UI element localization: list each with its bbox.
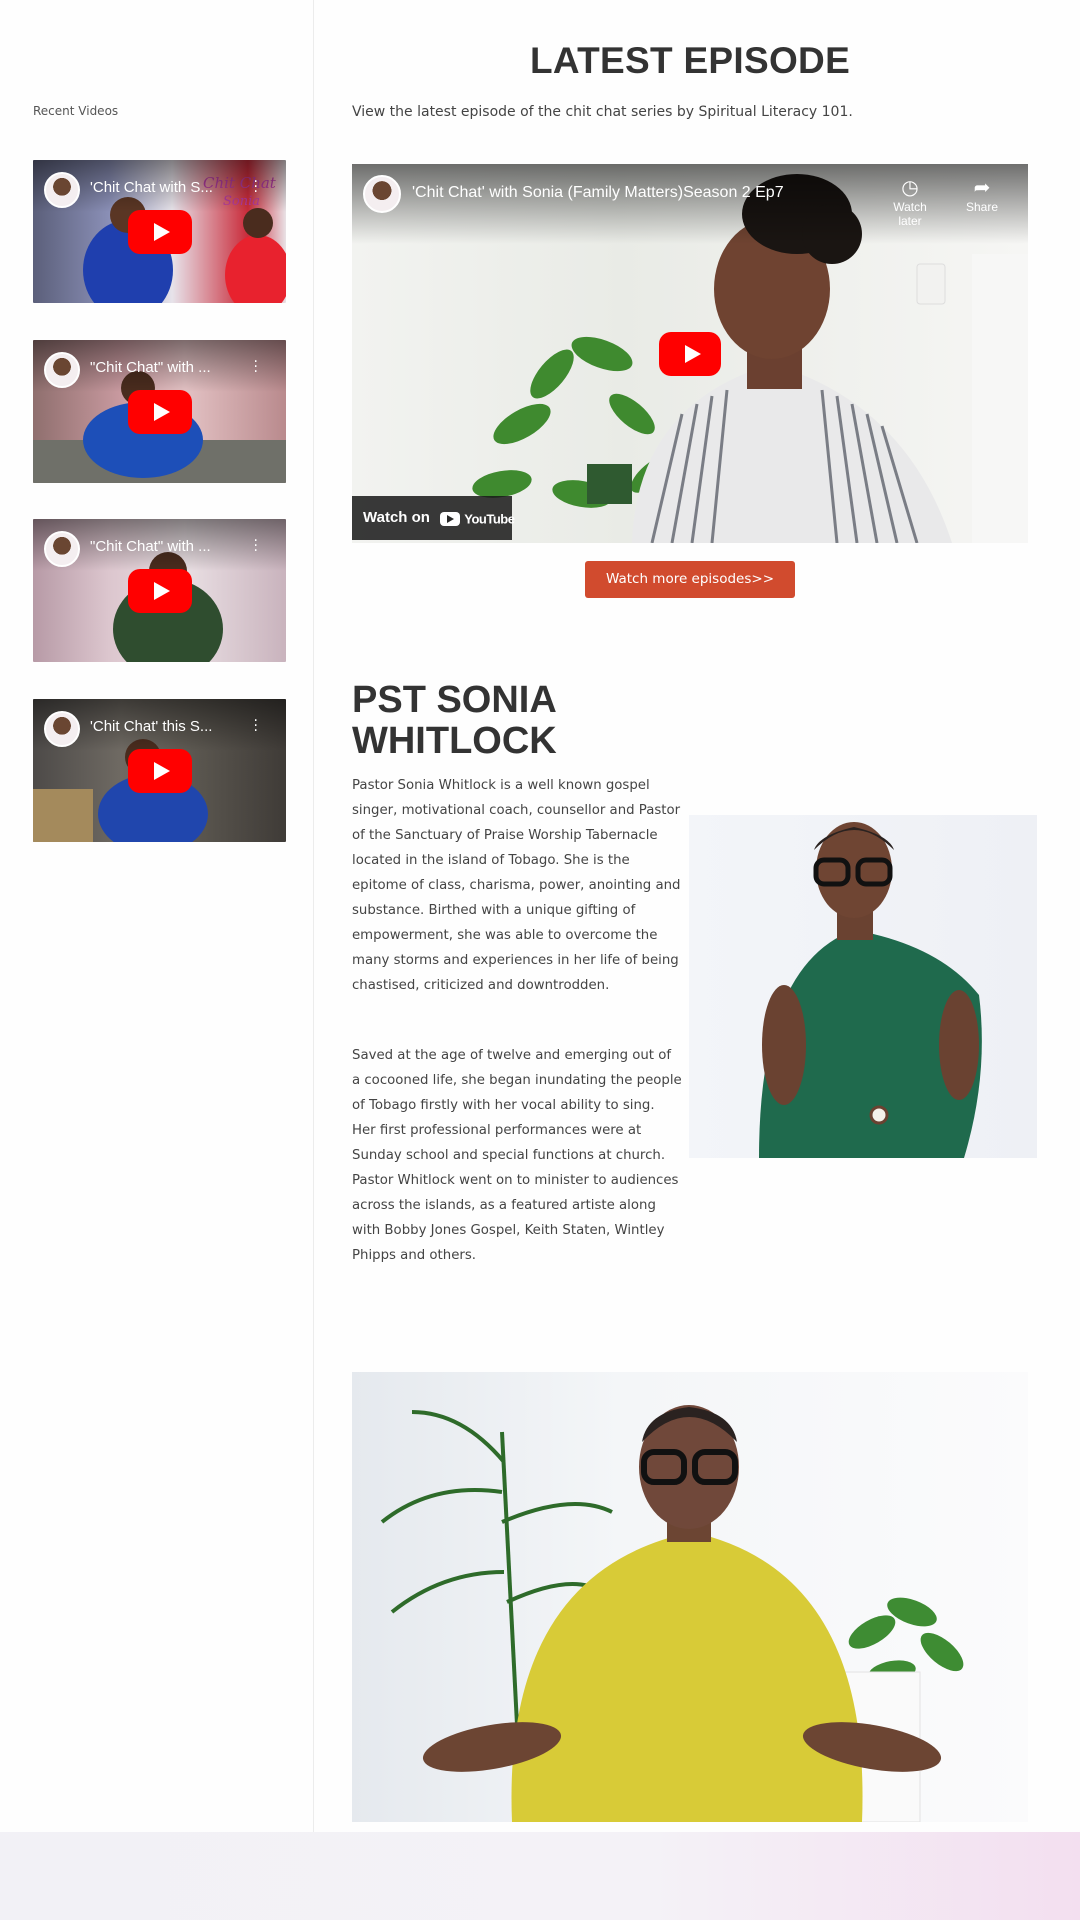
recent-video-4[interactable]: 'Chit Chat' this S... · · ·: [33, 699, 286, 842]
share-icon: ➦: [973, 177, 991, 199]
more-options-icon[interactable]: · · ·: [254, 534, 258, 558]
video-title: "Chit Chat" with ...: [90, 538, 211, 555]
wide-photo-art: [380, 1405, 964, 1822]
play-icon[interactable]: [127, 748, 192, 793]
watch-later-button[interactable]: ◷ Watch later: [880, 176, 940, 228]
latest-episode-intro: View the latest episode of the chit chat…: [352, 104, 853, 120]
share-button[interactable]: ➦ Share: [952, 176, 1012, 214]
channel-avatar[interactable]: [363, 175, 401, 213]
latest-episode-heading: LATEST EPISODE: [529, 40, 851, 81]
play-icon[interactable]: [127, 568, 192, 613]
recent-video-1[interactable]: Chit Chat Sonia 'Chit Chat with S... ···: [33, 160, 286, 303]
channel-avatar: [44, 352, 80, 388]
recent-video-3[interactable]: "Chit Chat" with ... · · ·: [33, 519, 286, 662]
portrait-art: [759, 822, 982, 1158]
pastor-name-heading: PST SONIA WHITLOCK: [352, 680, 692, 762]
play-icon[interactable]: [127, 209, 192, 254]
bio-paragraph-1: Pastor Sonia Whitlock is a well known go…: [352, 778, 681, 993]
name-line-2: WHITLOCK: [352, 720, 557, 762]
footer-band: [0, 1832, 1080, 1920]
youtube-logo-icon: YouTube: [440, 510, 515, 527]
pastor-yellow-dress-image: [352, 1372, 1028, 1822]
player-video-title[interactable]: 'Chit Chat' with Sonia (Family Matters)S…: [412, 184, 784, 202]
pastor-portrait-image: [689, 815, 1037, 1158]
watch-on-label: Watch on: [363, 509, 430, 526]
more-options-icon[interactable]: · · ·: [254, 714, 258, 738]
play-icon[interactable]: [127, 389, 192, 434]
more-options-icon[interactable]: · · ·: [254, 355, 258, 379]
video-title: 'Chit Chat' this S...: [90, 718, 213, 735]
channel-avatar: [44, 172, 80, 208]
video-player[interactable]: 'Chit Chat' with Sonia (Family Matters)S…: [352, 164, 1028, 543]
channel-avatar: [44, 531, 80, 567]
sidebar-title: Recent Videos: [33, 104, 119, 118]
bio-paragraph-2: Saved at the age of twelve and emerging …: [352, 1048, 682, 1263]
more-options-icon[interactable]: · · ·: [254, 175, 258, 199]
recent-video-2[interactable]: "Chit Chat" with ... · · ·: [33, 340, 286, 483]
video-title: "Chit Chat" with ...: [90, 359, 211, 376]
watch-more-episodes-button[interactable]: Watch more episodes>>: [585, 561, 795, 598]
clock-icon: ◷: [901, 177, 919, 199]
channel-avatar: [44, 711, 80, 747]
play-icon[interactable]: [659, 331, 721, 376]
video-title: 'Chit Chat with S...: [90, 179, 213, 196]
watch-on-youtube-button[interactable]: Watch on YouTube: [352, 496, 515, 540]
share-label: Share: [965, 200, 999, 214]
sidebar: Recent Videos Chit Chat Sonia 'Chit Chat…: [0, 0, 314, 1832]
name-line-1: PST SONIA: [352, 679, 557, 721]
watch-later-label: Watch later: [893, 200, 927, 228]
